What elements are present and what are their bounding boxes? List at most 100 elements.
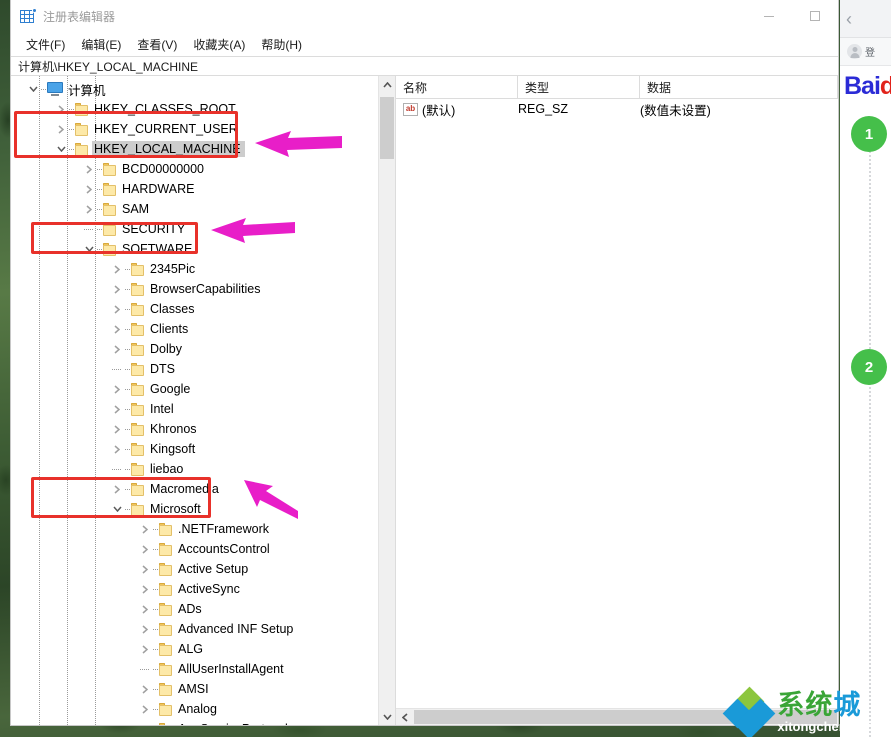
tree-node-advanced-inf-setup[interactable]: Advanced INF Setup (11, 619, 378, 639)
tree-node-ads[interactable]: ADs (11, 599, 378, 619)
chevron-right-icon[interactable] (109, 259, 125, 279)
tree-scroll-thumb[interactable] (380, 97, 394, 159)
chevron-down-icon[interactable] (109, 499, 125, 519)
column-header-name[interactable]: 名称 (396, 76, 518, 98)
tree-node-bcd00000000[interactable]: BCD00000000 (11, 159, 378, 179)
chevron-right-icon[interactable] (81, 199, 97, 219)
tree-vertical-scrollbar[interactable] (378, 76, 395, 725)
tree-node-kingsoft[interactable]: Kingsoft (11, 439, 378, 459)
chevron-right-icon[interactable] (109, 339, 125, 359)
scroll-down-icon[interactable] (379, 708, 395, 725)
folder-icon (131, 502, 145, 516)
menu-view[interactable]: 查看(V) (130, 33, 184, 56)
tree-node-hardware[interactable]: HARDWARE (11, 179, 378, 199)
chevron-right-icon[interactable] (81, 159, 97, 179)
value-row[interactable]: ab (默认) REG_SZ (数值未设置) (396, 99, 838, 119)
tree-node-browsercapabilities[interactable]: BrowserCapabilities (11, 279, 378, 299)
tree-node-macromedia[interactable]: Macromedia (11, 479, 378, 499)
baidu-logo-du: d (879, 72, 891, 100)
chevron-right-icon[interactable] (137, 539, 153, 559)
tree-node-analog[interactable]: Analog (11, 699, 378, 719)
tree-node-appserviceprotocols[interactable]: AppServiceProtocols (11, 719, 378, 725)
tree-node-label: Analog (178, 702, 217, 716)
tree-node-clients[interactable]: Clients (11, 319, 378, 339)
tree-node-active-setup[interactable]: Active Setup (11, 559, 378, 579)
chevron-right-icon[interactable] (137, 719, 153, 725)
tree-node-2345pic[interactable]: 2345Pic (11, 259, 378, 279)
tree-node-activesync[interactable]: ActiveSync (11, 579, 378, 599)
menu-file[interactable]: 文件(F) (19, 33, 72, 56)
chevron-right-icon[interactable] (53, 99, 69, 119)
tree-node-alluserinstallagent[interactable]: AllUserInstallAgent (11, 659, 378, 679)
chevron-down-icon[interactable] (53, 139, 69, 159)
chevron-right-icon[interactable] (109, 439, 125, 459)
tree-node-label: AMSI (178, 682, 209, 696)
folder-icon (131, 282, 145, 296)
chevron-right-icon[interactable] (137, 679, 153, 699)
tree-node-dolby[interactable]: Dolby (11, 339, 378, 359)
tree-node-label: Macromedia (150, 482, 219, 496)
tree-node-label: Kingsoft (150, 442, 196, 456)
values-horizontal-scrollbar[interactable] (396, 708, 838, 725)
tree-node-sam[interactable]: SAM (11, 199, 378, 219)
chevron-right-icon[interactable] (53, 119, 69, 139)
registry-tree[interactable]: 计算机 HKEY_CLASSES_ROOT HKEY_CURRENT_USER HKE… (11, 76, 378, 725)
tree-node-dts[interactable]: DTS (11, 359, 378, 379)
address-bar[interactable]: 计算机\HKEY_LOCAL_MACHINE (11, 56, 838, 76)
browser-account-bar[interactable]: 登 (840, 38, 891, 66)
chevron-down-icon[interactable] (25, 79, 41, 99)
maximize-button[interactable] (792, 0, 838, 32)
tree-node-[interactable]: 计算机 (11, 79, 378, 99)
tree-node-accountscontrol[interactable]: AccountsControl (11, 539, 378, 559)
login-label[interactable]: 登 (865, 44, 875, 59)
tree-node-security[interactable]: SECURITY (11, 219, 378, 239)
chevron-down-icon[interactable] (81, 239, 97, 259)
menu-help[interactable]: 帮助(H) (254, 33, 309, 56)
chevron-right-icon[interactable] (137, 559, 153, 579)
scroll-up-icon[interactable] (379, 76, 395, 93)
chevron-right-icon[interactable] (137, 579, 153, 599)
chevron-right-icon[interactable] (137, 599, 153, 619)
chevron-right-icon[interactable] (109, 299, 125, 319)
tree-node-label: Dolby (150, 342, 182, 356)
back-chevron-icon[interactable]: ‹ (846, 10, 852, 28)
menu-edit[interactable]: 编辑(E) (74, 33, 128, 56)
menu-favorites[interactable]: 收藏夹(A) (186, 33, 252, 56)
chevron-right-icon[interactable] (109, 319, 125, 339)
column-header-type[interactable]: 类型 (518, 76, 640, 98)
baidu-logo: Baid (840, 66, 891, 105)
minimize-button[interactable] (746, 0, 792, 32)
chevron-right-icon[interactable] (137, 519, 153, 539)
content-panes: 计算机 HKEY_CLASSES_ROOT HKEY_CURRENT_USER HKE… (11, 76, 838, 725)
tree-node-classes[interactable]: Classes (11, 299, 378, 319)
tree-node-google[interactable]: Google (11, 379, 378, 399)
tree-node-liebao[interactable]: liebao (11, 459, 378, 479)
tree-node-amsi[interactable]: AMSI (11, 679, 378, 699)
tree-node-label: Khronos (150, 422, 197, 436)
chevron-right-icon[interactable] (109, 399, 125, 419)
values-scroll-thumb[interactable] (414, 710, 837, 724)
folder-icon (103, 242, 117, 256)
chevron-right-icon[interactable] (81, 179, 97, 199)
chevron-right-icon[interactable] (109, 419, 125, 439)
tree-node-intel[interactable]: Intel (11, 399, 378, 419)
tree-node-khronos[interactable]: Khronos (11, 419, 378, 439)
column-header-data[interactable]: 数据 (640, 76, 838, 98)
values-list[interactable]: ab (默认) REG_SZ (数值未设置) (396, 99, 838, 708)
chevron-right-icon[interactable] (137, 619, 153, 639)
tree-node-software[interactable]: SOFTWARE (11, 239, 378, 259)
tree-node-alg[interactable]: ALG (11, 639, 378, 659)
scroll-left-icon[interactable] (396, 709, 413, 726)
chevron-right-icon[interactable] (109, 379, 125, 399)
tree-node-hkey-classes-root[interactable]: HKEY_CLASSES_ROOT (11, 99, 378, 119)
tree-node-hkey-local-machine[interactable]: HKEY_LOCAL_MACHINE (11, 139, 378, 159)
tree-node-microsoft[interactable]: Microsoft (11, 499, 378, 519)
tree-node-netframework[interactable]: .NETFramework (11, 519, 378, 539)
chevron-right-icon[interactable] (137, 639, 153, 659)
chevron-right-icon[interactable] (137, 699, 153, 719)
chevron-right-icon[interactable] (109, 279, 125, 299)
tree-leaf-connector (137, 659, 153, 679)
chevron-right-icon[interactable] (109, 479, 125, 499)
folder-icon (159, 702, 173, 716)
tree-node-hkey-current-user[interactable]: HKEY_CURRENT_USER (11, 119, 378, 139)
